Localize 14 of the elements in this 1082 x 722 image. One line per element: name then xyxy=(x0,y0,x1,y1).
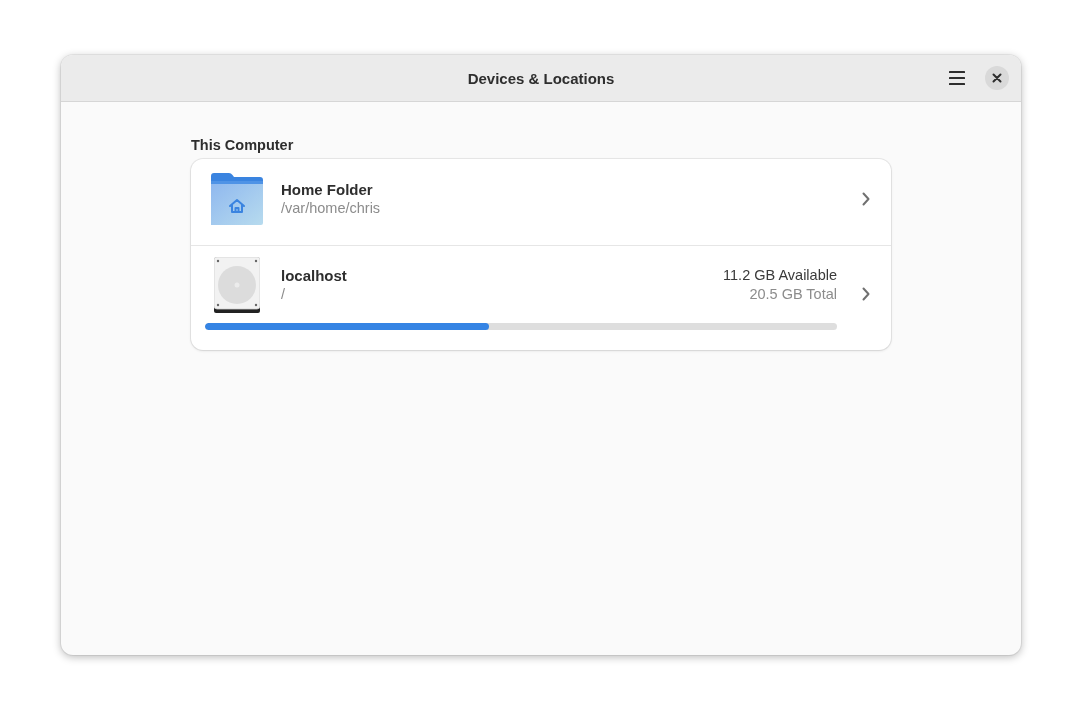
chevron-right-icon xyxy=(862,286,870,301)
location-path: / xyxy=(281,285,287,304)
available-space: 11.2 GB Available xyxy=(723,266,837,285)
menu-icon[interactable] xyxy=(949,71,965,85)
home-folder-icon xyxy=(211,173,263,225)
close-icon[interactable] xyxy=(985,66,1009,90)
total-space: 20.5 GB Total xyxy=(748,285,837,304)
location-path: /var/home/chris xyxy=(281,199,382,218)
chevron-right-icon xyxy=(862,192,870,206)
location-name: localhost xyxy=(281,266,347,285)
hard-drive-icon xyxy=(214,257,260,313)
location-name: Home Folder xyxy=(281,180,373,199)
section-heading: This Computer xyxy=(191,137,294,153)
window-title: Devices & Locations xyxy=(467,69,615,87)
